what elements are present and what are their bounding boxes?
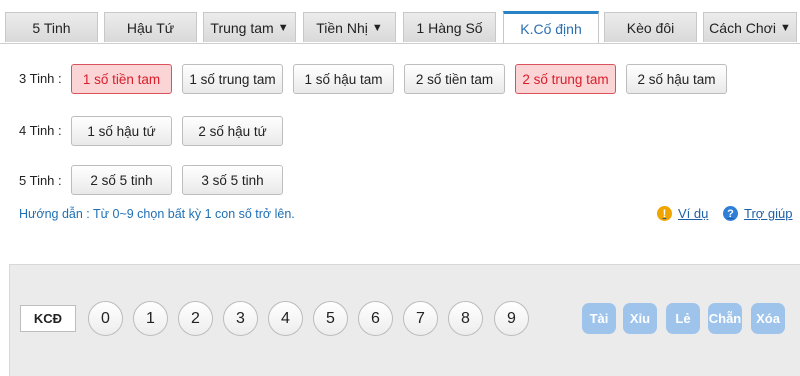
option-3-so-5-tinh[interactable]: 3 số 5 tinh <box>182 165 283 195</box>
tab-divider <box>0 43 800 44</box>
example-link-label: Ví dụ <box>678 206 709 221</box>
clear-button[interactable]: Xóa <box>751 303 785 334</box>
number-ball-7[interactable]: 7 <box>403 301 438 336</box>
question-icon: ? <box>723 206 738 221</box>
tab-tien-nhi[interactable]: Tiền Nhị ▼ <box>303 12 396 42</box>
option-2-so-trung-tam[interactable]: 2 số trung tam <box>515 64 616 94</box>
help-link-label: Trợ giúp <box>744 206 793 221</box>
game-tabs: 5 Tinh Hậu Tứ Trung tam ▼ Tiền Nhị ▼ 1 Hàn… <box>0 0 800 44</box>
tab-trung-tam[interactable]: Trung tam ▼ <box>203 12 296 42</box>
tab-k-co-dinh[interactable]: K.Cố định <box>503 11 599 43</box>
quick-select-tai-button[interactable]: Tài <box>582 303 616 334</box>
tab-5-tinh[interactable]: 5 Tinh <box>5 12 98 42</box>
tab-label: Trung tam <box>210 19 274 36</box>
option-2-so-5-tinh[interactable]: 2 số 5 tinh <box>71 165 172 195</box>
guide-text: Hướng dẫn : Từ 0~9 chọn bất kỳ 1 con số … <box>19 207 295 221</box>
row-label-5-tinh: 5 Tinh : <box>19 173 62 188</box>
caret-down-icon: ▼ <box>371 21 383 34</box>
kcd-label: KCĐ <box>20 305 76 332</box>
option-2-so-hau-tam[interactable]: 2 số hậu tam <box>626 64 727 94</box>
option-2-so-hau-tu[interactable]: 2 số hậu tứ <box>182 116 283 146</box>
row-label-4-tinh: 4 Tinh : <box>19 123 62 138</box>
caret-down-icon: ▼ <box>779 21 791 34</box>
number-ball-2[interactable]: 2 <box>178 301 213 336</box>
option-1-so-hau-tam[interactable]: 1 số hậu tam <box>293 64 394 94</box>
option-2-so-tien-tam[interactable]: 2 số tiền tam <box>404 64 505 94</box>
help-link[interactable]: ? Trợ giúp <box>723 206 793 221</box>
tab-label: 1 Hàng Số <box>416 19 483 36</box>
tab-label: Hậu Tứ <box>126 19 175 36</box>
number-ball-3[interactable]: 3 <box>223 301 258 336</box>
number-ball-8[interactable]: 8 <box>448 301 483 336</box>
number-ball-1[interactable]: 1 <box>133 301 168 336</box>
number-ball-5[interactable]: 5 <box>313 301 348 336</box>
tab-keo-doi[interactable]: Kèo đôi <box>604 12 697 42</box>
tab-label: Kèo đôi <box>626 19 675 36</box>
tab-1-hang-so[interactable]: 1 Hàng Số <box>403 12 496 42</box>
number-ball-6[interactable]: 6 <box>358 301 393 336</box>
tab-label: Tiền Nhị <box>316 19 368 36</box>
quick-select-xiu-button[interactable]: Xỉu <box>623 303 657 334</box>
number-ball-4[interactable]: 4 <box>268 301 303 336</box>
tab-hau-tu[interactable]: Hậu Tứ <box>104 12 197 42</box>
quick-select-chan-button[interactable]: Chẵn <box>708 303 742 334</box>
caret-down-icon: ▼ <box>277 21 289 34</box>
number-ball-0[interactable]: 0 <box>88 301 123 336</box>
exclamation-icon: ! <box>657 206 672 221</box>
tab-cach-choi[interactable]: Cách Chơi ▼ <box>703 12 797 42</box>
option-1-so-tien-tam[interactable]: 1 số tiền tam <box>71 64 172 94</box>
row-label-3-tinh: 3 Tinh : <box>19 71 62 86</box>
tab-label: K.Cố định <box>520 20 582 37</box>
option-1-so-hau-tu[interactable]: 1 số hậu tứ <box>71 116 172 146</box>
quick-select-le-button[interactable]: Lẻ <box>666 303 700 334</box>
tab-label: Cách Chơi <box>709 19 776 36</box>
tab-label: 5 Tinh <box>32 19 71 36</box>
number-ball-9[interactable]: 9 <box>494 301 529 336</box>
option-1-so-trung-tam[interactable]: 1 số trung tam <box>182 64 283 94</box>
example-link[interactable]: ! Ví dụ <box>657 206 708 221</box>
